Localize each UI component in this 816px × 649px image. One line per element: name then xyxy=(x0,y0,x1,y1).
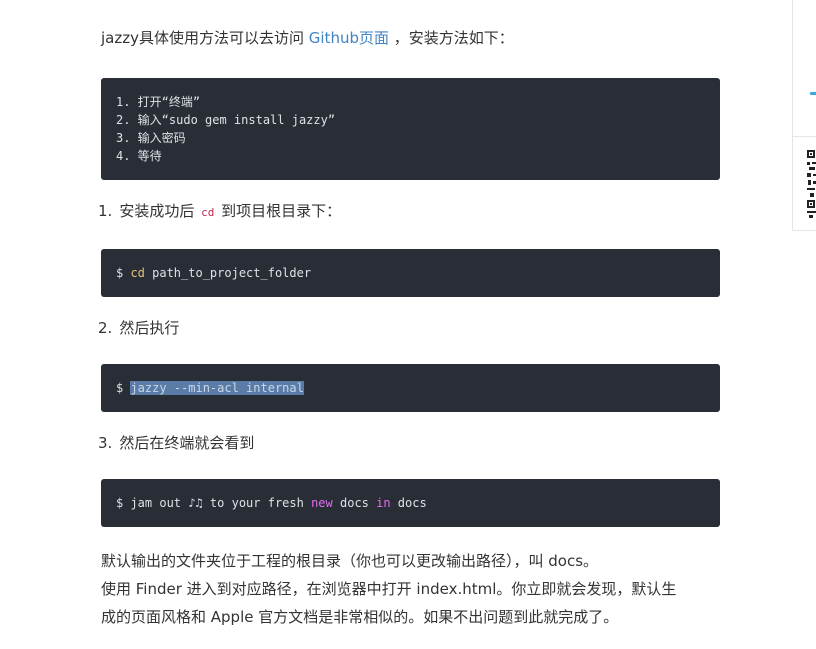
cd-command-code-block: $ cd path_to_project_folder xyxy=(101,249,720,297)
closing-line-3: 成的页面风格和 Apple 官方文档是非常相似的。如果不出问题到此就完成了。 xyxy=(101,608,619,626)
inline-code-cd: cd xyxy=(201,206,215,219)
step-1-suffix: 到项目根目录下： xyxy=(216,202,342,220)
step-2: 2. 然后执行 xyxy=(98,317,179,339)
keyword-new: new xyxy=(311,496,333,510)
keyword-in: in xyxy=(376,496,391,510)
closing-line-1: 默认输出的文件夹位于工程的根目录（你也可以更改输出路径），叫 docs。 xyxy=(101,552,599,570)
blue-arrow-icon[interactable] xyxy=(810,92,816,95)
intro-paragraph: jazzy具体使用方法可以去访问 Github页面 ，安装方法如下： xyxy=(101,27,721,49)
right-sidebar-panel xyxy=(792,0,816,231)
step-1-prefix: 安装成功后 xyxy=(119,202,200,220)
cd-keyword: cd xyxy=(130,266,145,280)
code-line: $ cd path_to_project_folder xyxy=(116,264,705,282)
jazzy-command-code-block[interactable]: $ jazzy --min-acl internal xyxy=(101,364,720,412)
shell-prompt: $ xyxy=(116,496,131,510)
closing-paragraph: 默认输出的文件夹位于工程的根目录（你也可以更改输出路径），叫 docs。使用 F… xyxy=(101,547,721,631)
code-line: $ jazzy --min-acl internal xyxy=(116,379,705,397)
intro-suffix: ，安装方法如下： xyxy=(388,29,514,47)
step-number: 3. xyxy=(98,434,113,452)
code-line: 4. 等待 xyxy=(116,149,162,163)
step-2-text: 然后执行 xyxy=(119,319,180,337)
code-line: 2. 输入“sudo gem install jazzy” xyxy=(116,113,336,127)
code-line: 3. 输入密码 xyxy=(116,131,186,145)
output-text: jam out ♪♫ to your fresh xyxy=(130,496,312,510)
qr-code-icon xyxy=(807,150,816,220)
step-3: 3. 然后在终端就会看到 xyxy=(98,432,254,454)
install-steps-code-block: 1. 打开“终端” 2. 输入“sudo gem install jazzy” … xyxy=(101,78,720,180)
step-1: 1. 安装成功后 cd 到项目根目录下： xyxy=(98,200,341,224)
step-number: 2. xyxy=(98,319,113,337)
shell-prompt: $ xyxy=(116,266,131,280)
selected-command-text[interactable]: jazzy --min-acl internal xyxy=(130,381,304,395)
code-line: $ jam out ♪♫ to your fresh new docs in d… xyxy=(116,494,705,512)
shell-prompt: $ xyxy=(116,381,131,395)
step-3-text: 然后在终端就会看到 xyxy=(119,434,255,452)
output-text: docs xyxy=(390,496,427,510)
jazzy-output-code-block: $ jam out ♪♫ to your fresh new docs in d… xyxy=(101,479,720,527)
output-text: docs xyxy=(332,496,377,510)
closing-line-2: 使用 Finder 进入到对应路径，在浏览器中打开 index.html。你立即… xyxy=(101,580,677,598)
sidebar-divider xyxy=(793,136,816,137)
step-number: 1. xyxy=(98,202,113,220)
code-line: 1. 打开“终端” xyxy=(116,95,201,109)
intro-prefix: jazzy具体使用方法可以去访问 xyxy=(101,29,309,47)
github-page-link[interactable]: Github页面 xyxy=(309,29,389,47)
cd-argument: path_to_project_folder xyxy=(144,266,312,280)
